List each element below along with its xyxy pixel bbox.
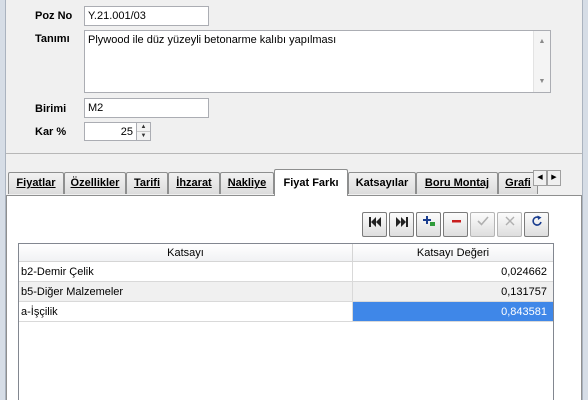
tab-tarifi[interactable]: Tarifi	[126, 172, 168, 194]
window-frame-right	[582, 0, 588, 400]
memo-scrollbar[interactable]: ▲ ▼	[533, 31, 550, 92]
refresh-button[interactable]	[524, 212, 549, 237]
tab-ihzarat[interactable]: İhzarat	[168, 172, 220, 194]
first-icon	[368, 217, 381, 227]
tanimi-label: Tanımı	[35, 33, 70, 45]
poz-no-label: Poz No	[35, 10, 73, 22]
last-icon	[395, 217, 408, 227]
refresh-icon	[531, 215, 542, 226]
tab-grafi[interactable]: Grafi	[498, 172, 538, 194]
tab-scroll-right-icon[interactable]: ▶	[547, 170, 561, 186]
table-row[interactable]: b2-Demir Çelik 0,024662	[19, 262, 553, 282]
kar-input[interactable]: 25	[84, 122, 137, 141]
birimi-label: Birimi	[35, 103, 67, 115]
insert-record-button[interactable]	[416, 212, 441, 237]
tab-strip: Fiyatlar Özellikler Tarifi İhzarat Nakli…	[6, 169, 582, 196]
tab-nakliye[interactable]: Nakliye	[220, 172, 274, 194]
cancel-record-button[interactable]	[497, 212, 522, 237]
scroll-down-icon[interactable]: ▼	[534, 75, 550, 88]
post-record-button[interactable]	[470, 212, 495, 237]
tab-scroll-left-icon[interactable]: ◀	[533, 170, 547, 186]
tab-katsayilar[interactable]: Katsayılar	[348, 172, 416, 194]
kar-label: Kar %	[35, 126, 67, 138]
table-row-selected[interactable]: a-İşçilik 0,843581	[19, 302, 553, 322]
last-record-button[interactable]	[389, 212, 414, 237]
insert-icon	[422, 216, 435, 226]
kar-spinner[interactable]: ▲ ▼	[136, 122, 151, 141]
tab-fiyatlar[interactable]: Fiyatlar	[8, 172, 64, 194]
post-icon	[476, 216, 489, 226]
tanimi-text: Plywood ile düz yüzeyli betonarme kalıbı…	[88, 34, 337, 46]
row-name: b5-Diğer Malzemeler	[21, 286, 124, 298]
tab-fiyat-farki[interactable]: Fiyat Farkı	[274, 169, 348, 196]
delete-icon	[451, 220, 461, 223]
tab-boru-montaj[interactable]: Boru Montaj	[416, 172, 498, 194]
poz-no-input[interactable]: Y.21.001/03	[84, 6, 209, 26]
row-name: a-İşçilik	[21, 306, 58, 318]
spin-down-icon[interactable]: ▼	[137, 132, 150, 140]
column-header-katsayi[interactable]: Katsayı	[19, 244, 352, 262]
row-value-selected[interactable]: 0,843581	[352, 302, 553, 321]
column-header-katsayi-degeri[interactable]: Katsayı Değeri	[352, 244, 553, 262]
row-value: 0,131757	[352, 282, 553, 301]
row-name: b2-Demir Çelik	[21, 266, 94, 278]
scroll-up-icon[interactable]: ▲	[534, 35, 550, 48]
first-record-button[interactable]	[362, 212, 387, 237]
delete-record-button[interactable]	[443, 212, 468, 237]
table-row[interactable]: b5-Diğer Malzemeler 0,131757	[19, 282, 553, 302]
tab-ozellikler[interactable]: Özellikler	[64, 172, 126, 194]
coefficient-grid: Katsayı Katsayı Değeri b2-Demir Çelik 0,…	[18, 243, 554, 400]
cancel-icon	[505, 216, 514, 226]
birimi-input[interactable]: M2	[84, 98, 209, 118]
row-value: 0,024662	[352, 262, 553, 281]
spin-up-icon[interactable]: ▲	[137, 123, 150, 132]
tanimi-memo[interactable]: Plywood ile düz yüzeyli betonarme kalıbı…	[84, 30, 551, 93]
